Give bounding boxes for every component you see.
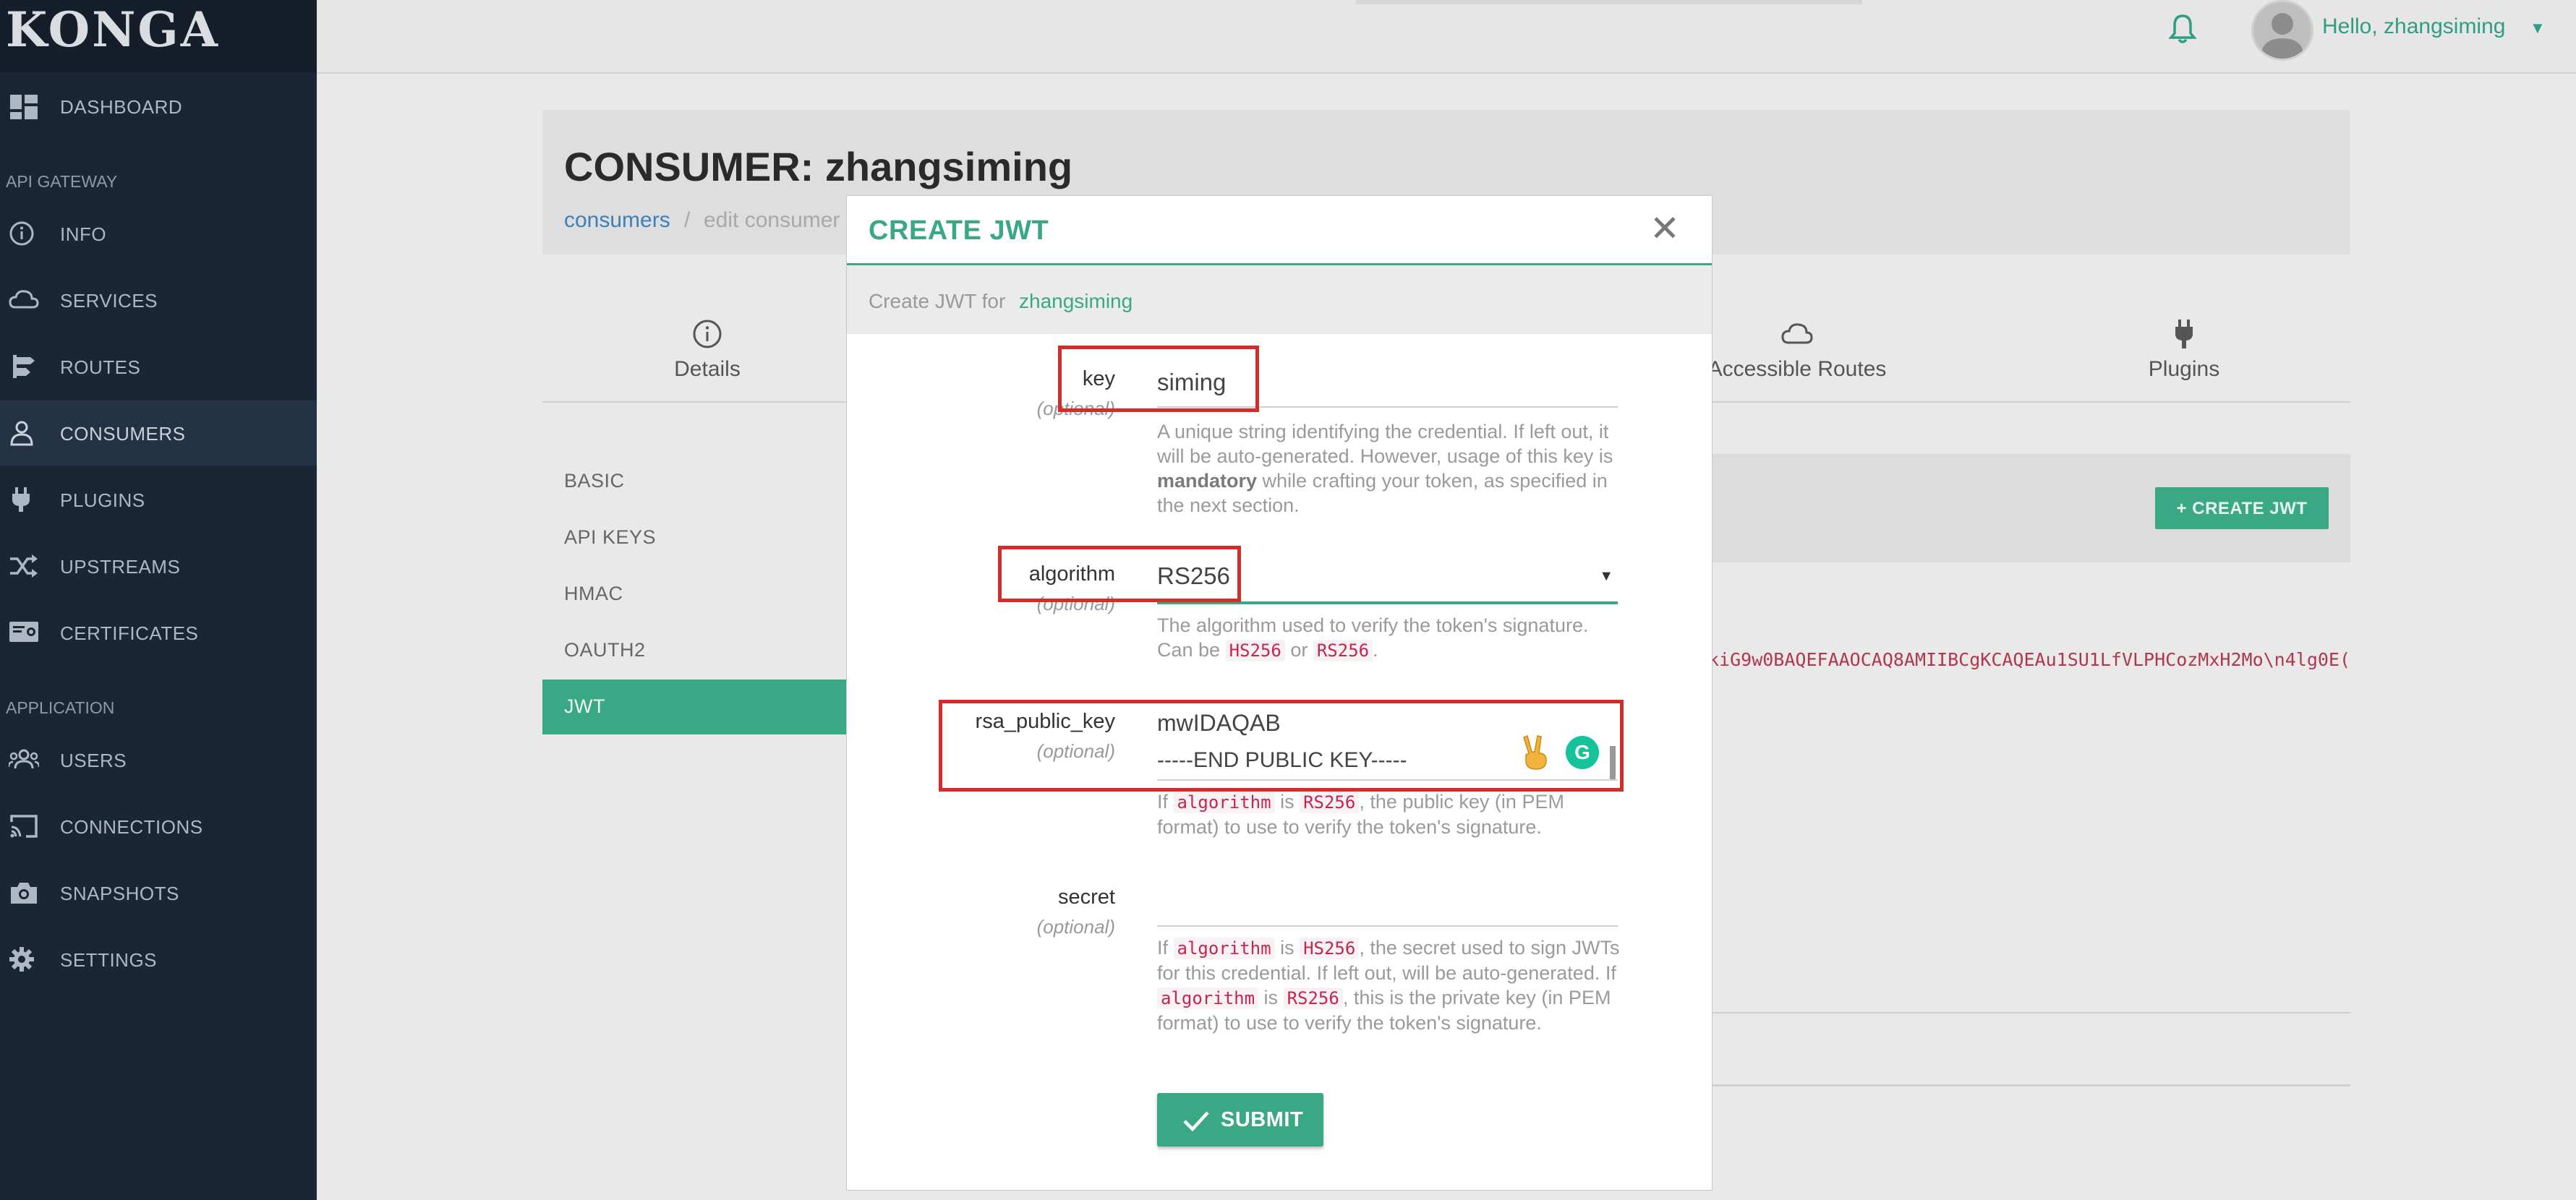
tab-plugins[interactable]: Plugins (2141, 318, 2227, 382)
sidebar-item-certificates[interactable]: CERTIFICATES (0, 600, 317, 665)
sidebar-item-label: CERTIFICATES (60, 622, 199, 644)
gear-icon (9, 947, 34, 972)
sidebar-item-label: INFO (60, 223, 107, 245)
sidebar-item-settings[interactable]: SETTINGS (0, 927, 317, 992)
tab-details[interactable]: Details (657, 318, 758, 382)
sidebar: KONGA DASHBOARD API GATEWAY INFO SERVICE… (0, 0, 317, 1200)
dashboard-icon (10, 95, 38, 119)
submit-button-label: SUBMIT (1221, 1108, 1304, 1131)
sidebar-item-routes[interactable]: ROUTES (0, 334, 317, 399)
sidebar-item-services[interactable]: SERVICES (0, 267, 317, 333)
certificate-icon (9, 622, 38, 642)
sidebar-item-label: UPSTREAMS (60, 556, 181, 578)
sidebar-item-label: DASHBOARD (60, 96, 183, 118)
credential-item-hmac[interactable]: HMAC (564, 583, 623, 605)
user-menu[interactable]: Hello, zhangsiming (2322, 14, 2505, 39)
secret-label: secret (1058, 886, 1115, 909)
cloud-icon (9, 290, 39, 309)
avatar[interactable] (2251, 0, 2313, 61)
divider (1708, 1012, 2350, 1013)
credential-item-api-keys[interactable]: API KEYS (564, 526, 656, 549)
plug-icon (12, 487, 30, 512)
create-jwt-modal: CREATE JWT ✕ (847, 196, 1712, 1190)
sidebar-item-label: PLUGINS (60, 489, 145, 511)
sidebar-section-api-gateway: API GATEWAY (6, 172, 118, 191)
checkmark-icon (1183, 1111, 1209, 1132)
tab-label: Accessible Routes (1707, 357, 1887, 381)
sidebar-item-label: SERVICES (60, 290, 158, 312)
credential-item-jwt[interactable]: JWT (564, 695, 605, 718)
cloud-icon (1781, 323, 1813, 344)
cast-icon (10, 815, 38, 838)
sidebar-section-application: APPLICATION (6, 698, 115, 717)
sidebar-item-label: SNAPSHOTS (60, 883, 179, 904)
modal-subtitle: Create JWT for (869, 290, 1006, 312)
highlight-box-key (1058, 346, 1259, 412)
modal-header: CREATE JWT ✕ (847, 196, 1712, 265)
breadcrumb-consumers[interactable]: consumers (564, 208, 670, 233)
info-icon (693, 320, 722, 348)
plug-icon (2175, 320, 2193, 348)
chevron-down-icon[interactable]: ▼ (2530, 19, 2546, 38)
tab-label: Plugins (2148, 357, 2220, 381)
sidebar-item-label: SETTINGS (60, 949, 158, 971)
top-search-bar[interactable] (1356, 0, 1862, 4)
modal-subtitle-consumer: zhangsiming (1019, 290, 1133, 312)
shuffle-icon (10, 554, 38, 578)
sidebar-item-upstreams[interactable]: UPSTREAMS (0, 533, 317, 599)
modal-title: CREATE JWT (869, 215, 1049, 246)
sidebar-item-label: ROUTES (60, 356, 141, 378)
close-icon[interactable]: ✕ (1650, 207, 1680, 249)
credential-item-basic[interactable]: BASIC (564, 470, 625, 492)
avatar-silhouette-icon (2261, 13, 2304, 59)
secret-help: If algorithm is HS256, the secret used t… (1157, 937, 1620, 1034)
sidebar-item-label: CONSUMERS (60, 423, 186, 445)
user-icon (10, 421, 33, 446)
sidebar-item-consumers[interactable]: CONSUMERS (0, 400, 317, 466)
bell-icon[interactable] (2168, 13, 2197, 45)
tab-accessible-routes[interactable]: Accessible Routes (1707, 318, 1888, 382)
brand-name: KONGA (6, 1, 220, 58)
algorithm-help: The algorithm used to verify the token's… (1157, 614, 1589, 661)
sidebar-item-label: USERS (60, 750, 127, 771)
highlight-box-rsa-public-key (939, 700, 1624, 792)
submit-button[interactable]: SUBMIT (1157, 1093, 1323, 1147)
brand-logo[interactable]: KONGA (0, 0, 317, 72)
jwt-key-text: kiG9w0BAQEFAAOCAQ8AMIIBCgKCAQEAu1SU1LfVL… (1708, 649, 2351, 670)
routes-icon (13, 355, 35, 378)
sidebar-item-label: CONNECTIONS (60, 816, 203, 838)
breadcrumb-current: edit consumer (704, 208, 840, 232)
breadcrumb-separator: / (684, 208, 691, 232)
info-icon (9, 221, 34, 246)
highlight-box-algorithm (998, 546, 1241, 602)
tab-label: Details (674, 357, 741, 381)
top-bar (317, 0, 2576, 74)
page-title: CONSUMER: zhangsiming (564, 144, 1073, 189)
users-icon (9, 749, 39, 769)
secret-optional: (optional) (1036, 916, 1115, 938)
caret-down-icon: ▼ (1599, 568, 1613, 584)
sidebar-item-users[interactable]: USERS (0, 727, 317, 792)
camera-icon (11, 883, 37, 904)
sidebar-item-info[interactable]: INFO (0, 201, 317, 266)
divider (1708, 1084, 2350, 1087)
sidebar-item-plugins[interactable]: PLUGINS (0, 467, 317, 532)
credential-item-oauth2[interactable]: OAUTH2 (564, 639, 646, 661)
rsa-public-key-help: If algorithm is RS256, the public key (i… (1157, 791, 1564, 838)
secret-input[interactable] (1157, 888, 1618, 927)
key-help: A unique string identifying the credenti… (1157, 421, 1613, 516)
create-jwt-button-label[interactable]: + CREATE JWT (2155, 499, 2329, 519)
sidebar-item-connections[interactable]: CONNECTIONS (0, 794, 317, 859)
sidebar-item-snapshots[interactable]: SNAPSHOTS (0, 860, 317, 925)
sidebar-item-dashboard[interactable]: DASHBOARD (0, 74, 317, 139)
